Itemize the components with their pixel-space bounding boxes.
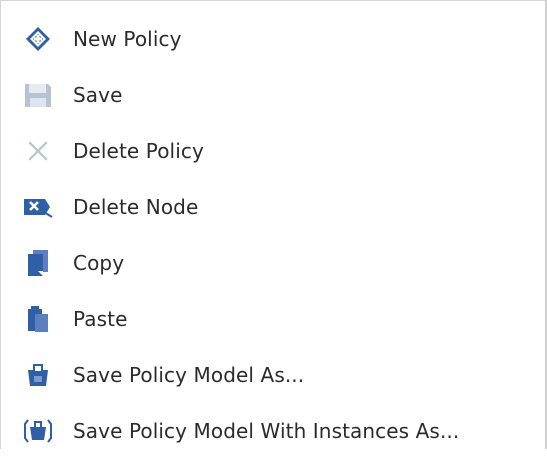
menu-item-delete-policy[interactable]: Delete Policy xyxy=(1,123,546,179)
menu-item-label: Delete Node xyxy=(73,195,199,219)
menu-item-new-policy[interactable]: New Policy xyxy=(1,11,546,67)
menu-item-save-policy-model-with-instances-as[interactable]: Save Policy Model With Instances As... xyxy=(1,403,546,459)
save-icon xyxy=(21,78,55,112)
menu-item-label: Copy xyxy=(73,251,125,275)
menu-item-label: Save xyxy=(73,83,123,107)
menu-item-label: Save Policy Model With Instances As... xyxy=(73,419,460,443)
menu-item-label: New Policy xyxy=(73,27,182,51)
menu-item-paste[interactable]: Paste xyxy=(1,291,546,347)
menu-item-delete-node[interactable]: Delete Node xyxy=(1,179,546,235)
menu-item-save[interactable]: Save xyxy=(1,67,546,123)
delete-x-icon xyxy=(21,134,55,168)
menu-item-label: Save Policy Model As... xyxy=(73,363,305,387)
menu-item-label: Paste xyxy=(73,307,128,331)
menu-item-copy[interactable]: Copy xyxy=(1,235,546,291)
copy-icon xyxy=(21,246,55,280)
new-policy-icon xyxy=(21,22,55,56)
save-model-instances-icon xyxy=(21,414,55,448)
paste-icon xyxy=(21,302,55,336)
delete-node-icon xyxy=(21,190,55,224)
context-menu: New Policy Save Delete Policy Delete Nod… xyxy=(0,0,547,449)
save-model-icon xyxy=(21,358,55,392)
menu-item-save-policy-model-as[interactable]: Save Policy Model As... xyxy=(1,347,546,403)
menu-item-label: Delete Policy xyxy=(73,139,204,163)
